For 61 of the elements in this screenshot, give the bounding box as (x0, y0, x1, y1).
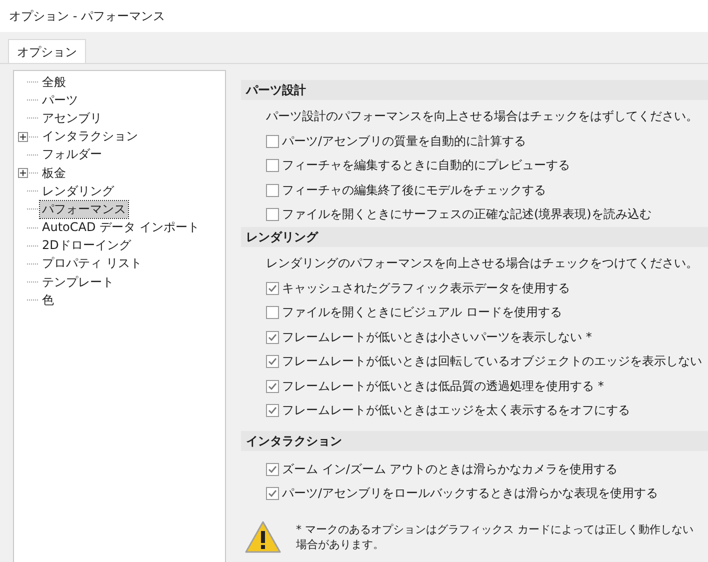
tab[interactable]: オプション (8, 39, 86, 63)
tree-item[interactable]: プロパティ リスト (40, 255, 144, 272)
option-label: ファイルを開くときにビジュアル ロードを使用する (282, 304, 562, 322)
section-description: レンダリングのパフォーマンスを向上させる場合はチェックをつけてください。 (265, 255, 699, 272)
option-label: フィーチャの編集終了後にモデルをチェックする (282, 182, 546, 199)
checkbox[interactable] (266, 404, 279, 418)
tree-item[interactable]: フォルダー (40, 146, 104, 164)
tree-item[interactable]: パーツ (40, 92, 80, 109)
warning-text: * マークのあるオプションはグラフィックス カードによっては正しく動作しない場合があります。 (296, 522, 694, 552)
tree-connector-line (26, 282, 38, 283)
tree-item[interactable]: パフォーマンス (40, 200, 128, 218)
expand-icon[interactable] (18, 132, 28, 142)
option-label: フレームレートが低いときは小さいパーツを表示しない * (282, 328, 592, 346)
expand-icon[interactable] (18, 168, 28, 178)
option-label: キャッシュされたグラフィック表示データを使用する (282, 280, 570, 297)
tree-item[interactable]: アセンブリ (40, 110, 104, 127)
checkbox[interactable] (266, 306, 279, 320)
tree-connector-line (26, 300, 38, 301)
section-header: パーツ設計 (241, 80, 708, 100)
tree-item[interactable]: 色 (40, 292, 56, 309)
tree-connector-line (26, 263, 38, 264)
option-label: ファイルを開くときにサーフェスの正確な記述(境界表現)を読み込む (282, 206, 652, 224)
checkbox[interactable] (266, 208, 279, 222)
tree-item[interactable]: 2Dドローイング (40, 237, 133, 254)
section-description: パーツ設計のパフォーマンスを向上させる場合はチェックをはずしてください。 (265, 108, 699, 125)
checkbox[interactable] (266, 380, 279, 393)
section-header: インタラクション (241, 431, 708, 451)
tree-item[interactable]: インタラクション (40, 128, 140, 146)
option-label: ズーム イン/ズーム アウトのときは滑らかなカメラを使用する (282, 460, 618, 478)
checkbox[interactable] (266, 462, 279, 476)
option-label: フレームレートが低いときは回転しているオブジェクトのエッジを表示しない (282, 353, 702, 370)
tree-connector-line (26, 245, 38, 246)
checkbox[interactable] (266, 159, 279, 172)
checkbox[interactable] (266, 134, 279, 148)
tree-connector-line (26, 172, 38, 174)
tree-item[interactable]: レンダリング (40, 182, 116, 200)
tree-item[interactable]: 全般 (40, 74, 68, 91)
tree-connector-line (26, 227, 38, 228)
option-label: フレームレートが低いときは低品質の透過処理を使用する * (282, 378, 604, 395)
option-label: フレームレートが低いときはエッジを太く表示するをオフにする (282, 402, 630, 420)
checkbox[interactable] (266, 487, 279, 500)
window-title: オプション - パフォーマンス (9, 8, 165, 24)
tree-connector-line (26, 190, 38, 192)
tree-connector-line (26, 208, 38, 210)
option-label: フィーチャを編集するときに自動的にプレビューする (282, 157, 570, 174)
option-label: パーツ/アセンブリをロールバックするときは滑らかな表現を使用する (282, 485, 658, 502)
checkbox[interactable] (266, 184, 279, 197)
tree-connector-line (26, 82, 38, 83)
checkbox[interactable] (266, 282, 279, 295)
tree-connector-line (26, 136, 38, 138)
tree-item[interactable]: AutoCAD データ インポート (40, 219, 202, 236)
section-header: レンダリング (241, 227, 708, 247)
tree-connector-line (26, 154, 38, 156)
checkbox[interactable] (266, 355, 279, 368)
tree-item[interactable]: テンプレート (40, 274, 116, 291)
checkbox[interactable] (266, 330, 279, 344)
tree-connector-line (26, 100, 38, 101)
warning-icon (244, 520, 282, 554)
option-label: パーツ/アセンブリの質量を自動的に計算する (282, 132, 526, 150)
tree-item[interactable]: 板金 (40, 164, 68, 182)
tree-connector-line (26, 118, 38, 119)
